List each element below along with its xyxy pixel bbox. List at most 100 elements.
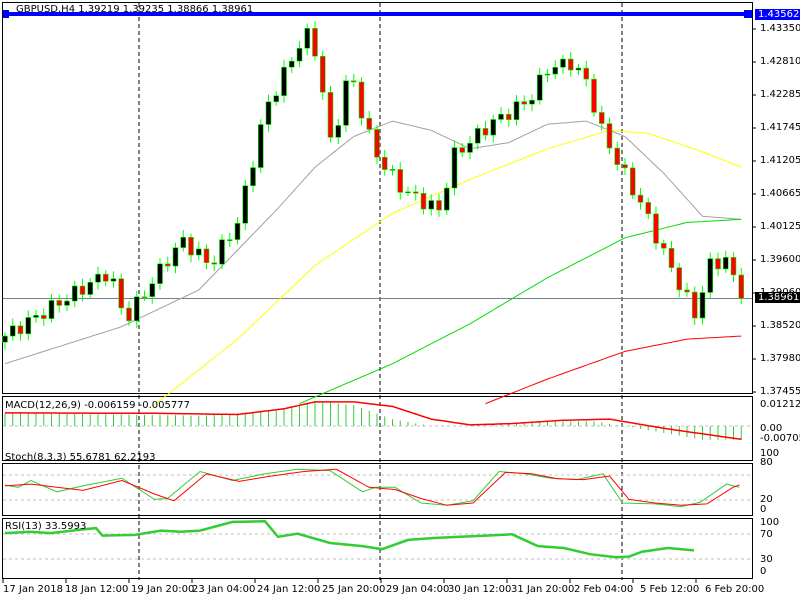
bear-candle <box>374 129 380 158</box>
bull-candle <box>33 315 39 318</box>
bear-candle <box>141 296 148 298</box>
bear-candle <box>676 267 683 291</box>
bull-candle <box>226 239 233 241</box>
bear-candle <box>629 167 636 196</box>
bull-candle <box>560 58 566 68</box>
rsi-axis-30: 30 <box>760 554 773 565</box>
stoch-axis-0: 0 <box>760 504 767 515</box>
bull-candle <box>288 60 295 68</box>
price-axis-tick: 1.40665 <box>760 188 800 199</box>
bull-candle <box>699 292 706 319</box>
bull-candle <box>149 283 156 297</box>
bull-candle <box>180 236 187 248</box>
time-axis-tick: 30 Jan 12:00 <box>448 584 512 595</box>
bear-candle <box>730 257 737 276</box>
time-axis-tick: 6 Feb 20:00 <box>705 584 765 595</box>
bear-candle <box>622 164 628 169</box>
bull-candle <box>133 296 140 322</box>
bull-candle <box>87 281 94 295</box>
macd-label: MACD(12,26,9) -0.006159 -0.005777 <box>5 400 190 411</box>
bear-candle <box>381 156 388 170</box>
bear-candle <box>412 191 419 194</box>
bull-candle <box>2 335 8 343</box>
ma-slow-line <box>299 218 742 405</box>
bear-candle <box>691 291 698 319</box>
time-axis-tick: 17 Jan 2018 <box>3 584 63 595</box>
bear-candle <box>312 28 318 57</box>
price-axis-tick: 1.41205 <box>760 155 800 166</box>
bear-candle <box>715 258 721 270</box>
bull-candle <box>234 222 241 240</box>
bull-candle <box>172 247 179 267</box>
bull-candle <box>529 99 535 105</box>
ma-fast-line <box>4 120 742 365</box>
rsi-line <box>4 520 695 559</box>
bear-candle <box>319 55 326 93</box>
time-axis-tick: 25 Jan 20:00 <box>322 584 386 595</box>
bull-candle <box>575 67 582 71</box>
time-axis-tick: 19 Jan 20:00 <box>131 584 195 595</box>
bear-candle <box>40 315 47 319</box>
bear-candle <box>366 117 373 130</box>
bear-candle <box>505 113 512 121</box>
bear-candle <box>358 81 365 119</box>
bear-candle <box>738 274 745 299</box>
bull-candle <box>281 66 287 96</box>
chart-canvas[interactable] <box>0 0 800 600</box>
bull-candle <box>296 47 303 62</box>
bear-candle <box>591 78 597 113</box>
bull-candle <box>428 200 435 210</box>
time-axis-tick: 31 Jan 20:00 <box>511 584 575 595</box>
bear-candle <box>164 263 171 267</box>
bull-candle <box>335 125 342 138</box>
time-axis-tick: 29 Jan 04:00 <box>386 584 450 595</box>
stoch-panel-frame <box>2 463 753 516</box>
time-axis-tick: 5 Feb 12:00 <box>640 584 700 595</box>
bear-candle <box>684 289 690 293</box>
price-axis-tick: 1.40125 <box>760 221 800 232</box>
bear-candle <box>102 273 109 282</box>
bear-candle <box>614 147 621 165</box>
time-axis-tick: 18 Jan 12:00 <box>65 584 129 595</box>
bear-candle <box>668 247 675 268</box>
horizontal-line-price-label[interactable]: 1.43562 <box>755 9 800 20</box>
ma-mid-line <box>151 129 742 408</box>
bull-candle <box>544 73 551 76</box>
rsi-axis-70: 70 <box>760 529 773 540</box>
rsi-axis-0: 0 <box>760 566 767 577</box>
bull-candle <box>242 185 249 224</box>
bull-candle <box>110 278 117 282</box>
price-axis-tick: 1.41745 <box>760 122 800 133</box>
bull-candle <box>552 67 559 75</box>
bear-candle <box>598 112 605 124</box>
bull-candle <box>513 101 520 121</box>
bear-candle <box>211 262 218 265</box>
price-axis-tick: 1.38520 <box>760 320 800 331</box>
bull-candle <box>250 167 256 187</box>
stoch-label: Stoch(8,3,3) 55.6781 62.2193 <box>5 452 156 463</box>
bull-candle <box>48 300 55 319</box>
horizontal-line-handle <box>3 10 9 18</box>
bear-candle <box>188 236 194 256</box>
bull-candle <box>9 325 16 337</box>
stoch-axis-80: 80 <box>760 457 773 468</box>
bear-candle <box>420 193 427 210</box>
bull-candle <box>64 300 70 306</box>
bear-candle <box>436 200 442 211</box>
bull-candle <box>265 101 272 125</box>
time-axis-tick: 2 Feb 04:00 <box>574 584 634 595</box>
bear-candle <box>79 285 86 295</box>
price-axis-tick: 1.37455 <box>760 386 800 397</box>
time-axis-tick: 24 Jan 12:00 <box>257 584 321 595</box>
rsi-label: RSI(13) 33.5993 <box>5 521 87 532</box>
bear-candle <box>653 213 659 244</box>
horizontal-line-handle <box>744 10 752 18</box>
bear-candle <box>583 67 590 80</box>
price-axis-tick: 1.37980 <box>760 353 800 364</box>
bull-candle <box>536 74 543 101</box>
bull-candle <box>389 169 396 171</box>
bear-candle <box>56 300 63 306</box>
bull-candle <box>343 80 349 126</box>
bull-candle <box>467 142 473 153</box>
bull-candle <box>707 258 714 293</box>
